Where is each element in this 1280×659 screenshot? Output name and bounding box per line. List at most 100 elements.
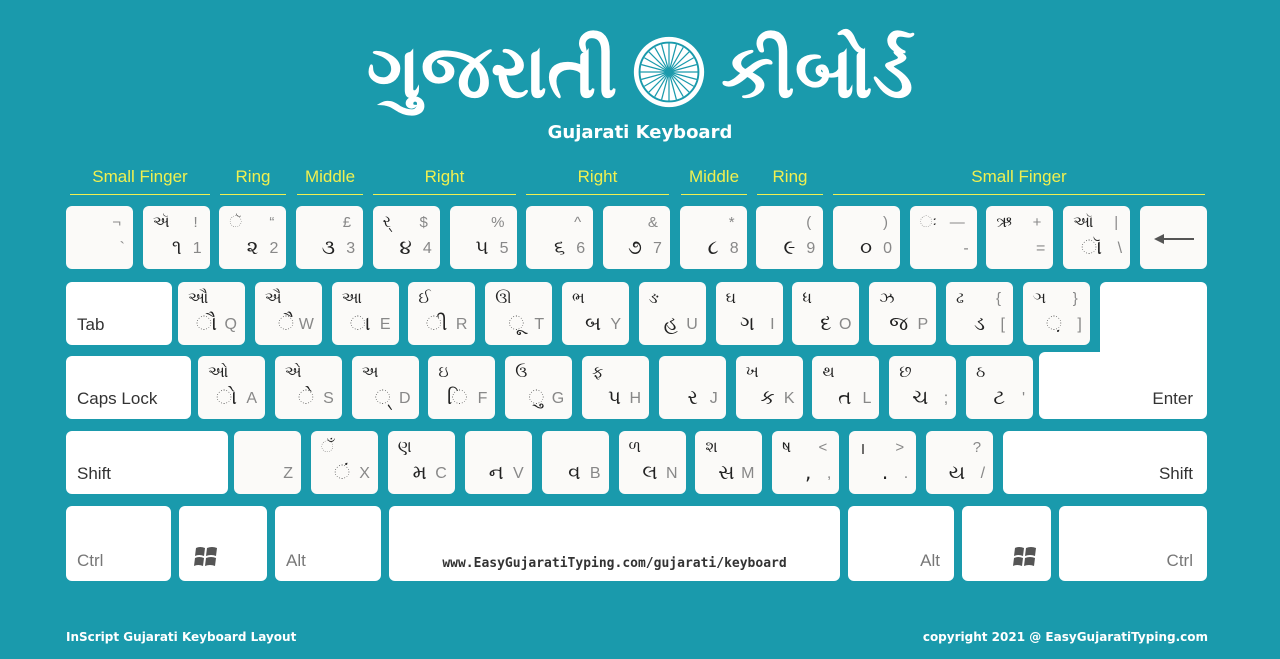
key-bottom-5[interactable]: ળલN: [618, 431, 686, 494]
key-home-5[interactable]: ફપH: [582, 356, 649, 419]
key-ctrl-left[interactable]: Ctrl: [66, 506, 171, 581]
key-number-6[interactable]: ^ ૬ 6: [526, 206, 594, 269]
english-char: H: [629, 390, 641, 407]
english-char: N: [665, 465, 678, 482]
gujarati-char: ૫: [475, 235, 489, 259]
key-caps-lock[interactable]: Caps Lock: [66, 356, 191, 419]
finger-label-ring-right: Ring: [757, 166, 823, 195]
shift-symbol: &: [647, 214, 658, 231]
key-home-0[interactable]: ઓો A: [198, 356, 265, 419]
key-top-7[interactable]: ઘગI: [715, 282, 783, 345]
shift-char: આ: [341, 288, 362, 307]
finger-label-ring-left: Ring: [220, 166, 286, 195]
key-home-3[interactable]: ઇિ F: [428, 356, 496, 419]
key-top-11[interactable]: ઞ}઼]: [1022, 282, 1090, 345]
key-windows-right[interactable]: [962, 506, 1051, 581]
english-char: Y: [610, 316, 621, 333]
key-bottom-2[interactable]: ણમC: [387, 431, 455, 494]
key-bottom-6[interactable]: શસM: [695, 431, 763, 494]
shift-symbol: ): [883, 214, 888, 231]
key-home-10[interactable]: ઠ ટ ': [966, 356, 1033, 419]
gujarati-char: ૩: [321, 235, 336, 259]
key-number-4[interactable]: ર્ $૪ 4: [372, 206, 440, 269]
key-number-1[interactable]: ઍ! ૧ 1: [142, 206, 210, 269]
key-spacebar[interactable]: www.EasyGujaratiTyping.com/gujarati/keyb…: [389, 506, 840, 581]
shift-char: ધ: [802, 288, 812, 307]
key-windows-left[interactable]: [179, 506, 267, 581]
shift-char: ઝ: [879, 288, 895, 307]
key-bottom-9[interactable]: ? ય /: [926, 431, 994, 494]
key-ctrl-right[interactable]: Ctrl: [1059, 506, 1207, 581]
key-home-6[interactable]: રJ: [658, 356, 726, 419]
key-number-7[interactable]: & ૭ 7: [602, 206, 670, 269]
gujarati-char: ક: [760, 385, 775, 409]
key-top-10[interactable]: ઢ {ડ [: [946, 282, 1013, 345]
english-char: 2: [269, 240, 279, 257]
key-shift-left-label: Shift: [77, 464, 112, 483]
english-char: P: [917, 316, 929, 333]
shift-char: ભ: [572, 288, 585, 307]
key-number-9[interactable]: (૯ 9: [756, 206, 824, 269]
key-bottom-1[interactable]: ઁં X: [310, 431, 378, 494]
key-shift-right[interactable]: Shift: [1003, 431, 1207, 494]
shift-char: ઍ: [152, 212, 170, 231]
key-number-8[interactable]: * ૮ 8: [679, 206, 747, 269]
key-bottom-4[interactable]: વB: [541, 431, 609, 494]
english-char: C: [435, 465, 447, 482]
key-home-4[interactable]: ઉુ G: [505, 356, 573, 419]
gujarati-char: ૦: [859, 235, 872, 259]
key-top-0[interactable]: ઔૌ Q: [178, 282, 245, 345]
key-number-3[interactable]: £૩ 3: [296, 206, 364, 269]
key-alt-left[interactable]: Alt: [275, 506, 381, 581]
shift-char: ।: [859, 439, 866, 458]
key-top-3[interactable]: ઈી R: [408, 282, 476, 345]
key-number-10[interactable]: ) ૦ 0: [833, 206, 900, 269]
shift-symbol: ¬: [112, 214, 121, 231]
key-home-2[interactable]: અ્ D: [351, 356, 419, 419]
gujarati-char: ્: [374, 385, 391, 409]
key-top-4[interactable]: ઊૂ T: [485, 282, 553, 345]
key-number-2[interactable]: ૅ “ ૨ 2: [219, 206, 287, 269]
key-home-8[interactable]: થતL: [812, 356, 880, 419]
shift-symbol: *: [728, 214, 735, 231]
shift-char: ફ: [592, 362, 604, 381]
key-bottom-0[interactable]: Z: [234, 431, 301, 494]
gujarati-char: મ: [412, 460, 427, 484]
key-shift-left[interactable]: Shift: [66, 431, 228, 494]
key-enter[interactable]: Enter: [1039, 352, 1207, 419]
key-top-5[interactable]: ભબY: [562, 282, 629, 345]
gujarati-char: ૧: [171, 235, 182, 259]
key-home-1[interactable]: એે S: [274, 356, 342, 419]
key-number-13[interactable]: ઑ |ૉ \: [1063, 206, 1131, 269]
key-number-5[interactable]: % ૫ 5: [449, 206, 517, 269]
key-alt-right-label: Alt: [920, 551, 940, 570]
shift-char: ઙ: [648, 288, 660, 307]
key-bottom-7[interactable]: ષ <,,: [772, 431, 840, 494]
key-home-9[interactable]: છ ચ;: [889, 356, 957, 419]
key-ctrl-right-label: Ctrl: [1166, 551, 1193, 570]
key-top-1[interactable]: ઐૈ W: [254, 282, 322, 345]
key-number-11[interactable]: ઃ — -: [909, 206, 977, 269]
key-number-12[interactable]: ઋ + =: [986, 206, 1054, 269]
key-backspace[interactable]: [1140, 206, 1207, 269]
key-top-9[interactable]: ઝજP: [869, 282, 937, 345]
english-char: 3: [346, 240, 356, 257]
english-char: `: [119, 240, 125, 257]
key-top-8[interactable]: ધદO: [792, 282, 860, 345]
shift-char: ઋ: [996, 212, 1012, 231]
english-char: S: [323, 390, 334, 407]
key-alt-right[interactable]: Alt: [848, 506, 954, 581]
key-top-2[interactable]: આા E: [331, 282, 399, 345]
key-number-0[interactable]: ¬ `: [66, 206, 133, 269]
english-char: 5: [499, 240, 509, 257]
finger-label-small-left: Small Finger: [70, 166, 210, 195]
key-home-7[interactable]: ખકK: [735, 356, 803, 419]
page-title: ગુજરાતી કીબોર્ડ: [0, 22, 1280, 122]
key-bottom-3[interactable]: નV: [464, 431, 532, 494]
key-top-6[interactable]: ઙહU: [638, 282, 706, 345]
english-char: R: [455, 316, 468, 333]
gujarati-char: બ: [584, 311, 601, 335]
key-bottom-8[interactable]: । >..: [849, 431, 917, 494]
key-enter-top[interactable]: [1100, 282, 1207, 354]
key-tab[interactable]: Tab: [66, 282, 172, 345]
